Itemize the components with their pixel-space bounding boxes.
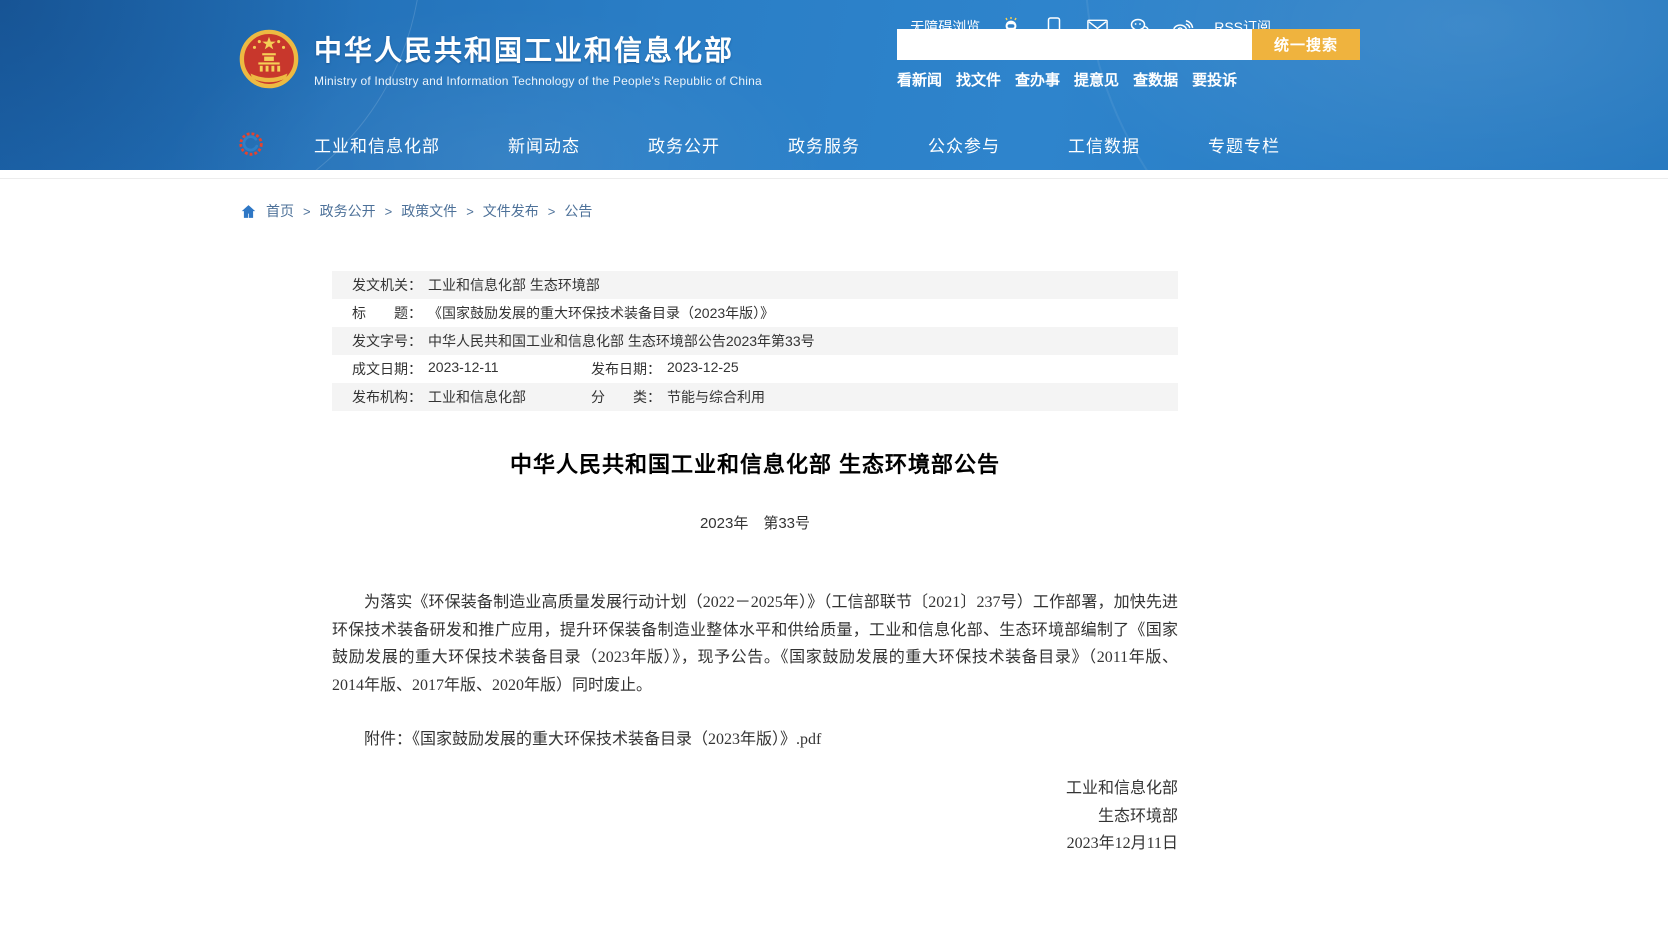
meta-row-issuing-agency: 发文机关： 工业和信息化部 生态环境部 — [332, 271, 1178, 299]
home-icon[interactable] — [240, 203, 257, 220]
site-header: 无障碍浏览 — [0, 0, 1668, 170]
site-logo[interactable]: 中华人民共和国工业和信息化部 Ministry of Industry and … — [238, 27, 762, 90]
header-divider — [0, 170, 1668, 179]
breadcrumb-separator: > — [385, 204, 393, 219]
meta-label: 成文日期： — [352, 359, 422, 379]
quick-link-documents[interactable]: 找文件 — [956, 69, 1001, 90]
signature-agency-2: 生态环境部 — [332, 803, 1178, 831]
quick-link-feedback[interactable]: 提意见 — [1074, 69, 1119, 90]
document-number: 2023年 第33号 — [332, 512, 1178, 533]
nav-item-industry-data[interactable]: 工信数据 — [1068, 132, 1140, 157]
breadcrumb-document-release[interactable]: 文件发布 — [483, 201, 539, 221]
attachment-line: 附件：《国家鼓励发展的重大环保技术装备目录（2023年版）》.pdf — [332, 725, 1178, 749]
search-section: 统一搜索 看新闻 找文件 查办事 提意见 查数据 要投诉 — [897, 29, 1360, 90]
quick-link-services[interactable]: 查办事 — [1015, 69, 1060, 90]
nav-item-gov-disclosure[interactable]: 政务公开 — [648, 132, 720, 157]
signature-date: 2023年12月11日 — [332, 830, 1178, 858]
meta-label: 发布机构： — [352, 387, 422, 407]
quick-link-data[interactable]: 查数据 — [1133, 69, 1178, 90]
meta-value: 《国家鼓励发展的重大环保技术装备目录（2023年版）》 — [428, 303, 774, 323]
signature-block: 工业和信息化部 生态环境部 2023年12月11日 — [332, 775, 1178, 858]
breadcrumb: 首页 > 政务公开 > 政策文件 > 文件发布 > 公告 — [234, 201, 1434, 221]
site-title: 中华人民共和国工业和信息化部 — [314, 29, 762, 69]
attachment-label: 附件： — [364, 731, 412, 748]
main-nav: 工业和信息化部 新闻动态 政务公开 政务服务 公众参与 工信数据 专题专栏 — [234, 118, 1434, 170]
miit-gear-logo-icon[interactable] — [238, 131, 264, 157]
national-emblem-icon — [238, 28, 300, 90]
attachment-pdf-link[interactable]: 《国家鼓励发展的重大环保技术装备目录（2023年版）》.pdf — [412, 731, 821, 748]
meta-label: 发文字号： — [352, 331, 422, 351]
meta-row-document-number: 发文字号： 中华人民共和国工业和信息化部 生态环境部公告2023年第33号 — [332, 327, 1178, 355]
document-meta-table: 发文机关： 工业和信息化部 生态环境部 标 题： 《国家鼓励发展的重大环保技术装… — [332, 271, 1178, 411]
meta-value: 2023-12-25 — [667, 359, 739, 379]
nav-item-special-topics[interactable]: 专题专栏 — [1208, 132, 1280, 157]
quick-link-complaint[interactable]: 要投诉 — [1192, 69, 1237, 90]
nav-item-miit[interactable]: 工业和信息化部 — [314, 132, 440, 157]
breadcrumb-gov-disclosure[interactable]: 政务公开 — [320, 201, 376, 221]
signature-agency-1: 工业和信息化部 — [332, 775, 1178, 803]
search-input[interactable] — [897, 29, 1252, 60]
meta-value: 2023-12-11 — [428, 359, 499, 379]
document-paragraph: 为落实《环保装备制造业高质量发展行动计划（2022－2025年）》（工信部联节〔… — [332, 589, 1178, 699]
nav-item-news[interactable]: 新闻动态 — [508, 132, 580, 157]
meta-row-title: 标 题： 《国家鼓励发展的重大环保技术装备目录（2023年版）》 — [332, 299, 1178, 327]
meta-value: 中华人民共和国工业和信息化部 生态环境部公告2023年第33号 — [428, 331, 815, 351]
meta-label: 发文机关： — [352, 275, 422, 295]
meta-value: 工业和信息化部 — [428, 387, 526, 407]
breadcrumb-announcement[interactable]: 公告 — [564, 201, 592, 221]
breadcrumb-separator: > — [303, 204, 311, 219]
breadcrumb-separator: > — [548, 204, 556, 219]
breadcrumb-separator: > — [466, 204, 474, 219]
document-title: 中华人民共和国工业和信息化部 生态环境部公告 — [332, 447, 1178, 479]
breadcrumb-home[interactable]: 首页 — [266, 201, 294, 221]
document-area: 发文机关： 工业和信息化部 生态环境部 标 题： 《国家鼓励发展的重大环保技术装… — [332, 271, 1178, 858]
meta-label: 分 类： — [591, 387, 661, 407]
meta-row-publisher-category: 发布机构： 工业和信息化部 分 类： 节能与综合利用 — [332, 383, 1178, 411]
breadcrumb-policy-documents[interactable]: 政策文件 — [401, 201, 457, 221]
quick-links: 看新闻 找文件 查办事 提意见 查数据 要投诉 — [897, 69, 1360, 90]
meta-value: 节能与综合利用 — [667, 387, 765, 407]
meta-label: 标 题： — [352, 303, 422, 323]
meta-row-dates: 成文日期： 2023-12-11 发布日期： 2023-12-25 — [332, 355, 1178, 383]
nav-item-public-participation[interactable]: 公众参与 — [928, 132, 1000, 157]
meta-value: 工业和信息化部 生态环境部 — [428, 275, 600, 295]
nav-item-gov-services[interactable]: 政务服务 — [788, 132, 860, 157]
site-subtitle-en: Ministry of Industry and Information Tec… — [314, 74, 762, 88]
search-button[interactable]: 统一搜索 — [1252, 29, 1360, 60]
meta-label: 发布日期： — [591, 359, 661, 379]
quick-link-news[interactable]: 看新闻 — [897, 69, 942, 90]
